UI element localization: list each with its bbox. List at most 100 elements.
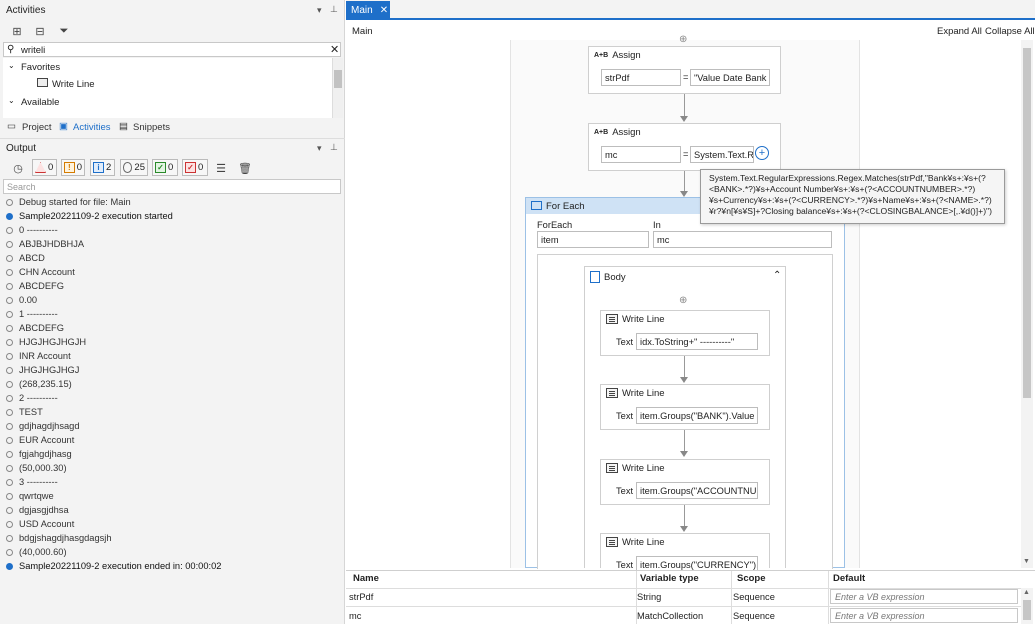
var-scope[interactable]: Sequence — [733, 592, 775, 602]
dropdown-icon[interactable]: ▾ — [317, 5, 322, 16]
log-line[interactable]: TEST — [0, 405, 345, 419]
var-type[interactable]: String — [637, 592, 661, 602]
output-search-box[interactable]: Search — [3, 179, 341, 194]
log-line[interactable]: dgjasgjdhsa — [0, 503, 345, 517]
foreach-in-field[interactable]: mc — [653, 231, 832, 248]
collapse-icon[interactable]: ⌃ — [773, 270, 781, 281]
expand-all-link[interactable]: Expand All — [937, 26, 982, 37]
trash-icon[interactable]: 🗑 — [238, 161, 252, 175]
assign-to-field[interactable]: mc — [601, 146, 681, 163]
tab-project[interactable]: Project — [22, 122, 52, 133]
assign-value-field[interactable]: "Value Date Bank V — [690, 69, 770, 86]
log-line[interactable]: Debug started for file: Main — [0, 195, 345, 209]
var-header-name[interactable]: Name — [353, 573, 379, 584]
assign-activity-1[interactable]: A+B Assign strPdf = "Value Date Bank V — [588, 46, 781, 94]
activities-search-input[interactable]: writeli — [21, 45, 45, 56]
scrollbar-thumb[interactable] — [1023, 600, 1031, 620]
dropdown-icon[interactable]: ▾ — [317, 143, 322, 154]
tab-activities[interactable]: Activities — [73, 122, 110, 133]
wrap-lines-icon[interactable]: ☰ — [214, 161, 228, 175]
log-line[interactable]: Sample20221109-2 execution started — [0, 209, 345, 223]
canvas-scrollbar[interactable]: ▼ — [1021, 40, 1033, 568]
log-line[interactable]: 1 ---------- — [0, 307, 345, 321]
collapse-all-icon[interactable]: ⊟ — [33, 24, 47, 38]
log-line[interactable]: INR Account — [0, 349, 345, 363]
var-header-scope[interactable]: Scope — [737, 573, 766, 584]
writeline-text-field[interactable]: item.Groups("BANK").Value — [636, 407, 758, 424]
var-type[interactable]: MatchCollection — [637, 611, 703, 621]
output-search-input[interactable]: Search — [7, 182, 36, 192]
scroll-down-icon[interactable]: ▼ — [1023, 558, 1030, 565]
filter-icon[interactable]: ⏷ — [57, 24, 71, 38]
log-line[interactable]: ABCD — [0, 251, 345, 265]
log-line[interactable]: ABCDEFG — [0, 279, 345, 293]
tab-main[interactable]: Main ✕ — [346, 1, 390, 20]
var-default-input[interactable]: Enter a VB expression — [830, 589, 1018, 604]
scrollbar-thumb[interactable] — [1023, 48, 1031, 398]
add-activity-icon[interactable]: ⊕ — [679, 34, 687, 45]
breadcrumb[interactable]: Main — [352, 26, 373, 37]
add-expression-icon[interactable]: + — [755, 146, 769, 160]
tree-item-write-line[interactable]: Write Line — [52, 79, 95, 90]
log-line[interactable]: (40,000.60) — [0, 545, 345, 559]
log-line[interactable]: (268,235.15) — [0, 377, 345, 391]
var-name[interactable]: strPdf — [349, 592, 373, 602]
var-header-type[interactable]: Variable type — [640, 573, 699, 584]
log-line[interactable]: gdjhagdjhsagd — [0, 419, 345, 433]
tree-available[interactable]: Available — [21, 97, 59, 108]
log-line[interactable]: 3 ---------- — [0, 475, 345, 489]
log-line[interactable]: 0.00 — [0, 293, 345, 307]
collapse-all-link[interactable]: Collapse All — [985, 26, 1035, 37]
expand-all-icon[interactable]: ⊞ — [10, 24, 24, 38]
pin-icon[interactable]: ⊥ — [330, 4, 338, 15]
var-default-input[interactable]: Enter a VB expression — [830, 608, 1018, 623]
log-line[interactable]: HJGJHGJHGJH — [0, 335, 345, 349]
log-line[interactable]: fgjahgdjhasg — [0, 447, 345, 461]
writeline-text-field[interactable]: idx.ToString+" ----------" — [636, 333, 758, 350]
scroll-up-icon[interactable]: ▲ — [1023, 589, 1030, 596]
writeline-activity[interactable]: Write Line Text idx.ToString+" ----------" — [600, 310, 770, 356]
chevron-down-icon[interactable]: ⌄ — [8, 61, 15, 70]
tree-favorites[interactable]: Favorites — [21, 62, 60, 73]
clock-icon[interactable]: ◷ — [11, 161, 25, 175]
writeline-text-field[interactable]: item.Groups("ACCOUNTNUM — [636, 482, 758, 499]
filter-info[interactable]: i 2 — [90, 159, 115, 176]
activities-search-box[interactable]: ⚲ writeli ✕ — [3, 42, 341, 57]
log-line[interactable]: JHGJHGJHGJ — [0, 363, 345, 377]
add-activity-icon[interactable]: ⊕ — [679, 295, 687, 306]
log-line[interactable]: ABCDEFG — [0, 321, 345, 335]
filter-errors[interactable]: 0 — [32, 159, 57, 176]
scrollbar-thumb[interactable] — [334, 70, 342, 88]
log-line[interactable]: CHN Account — [0, 265, 345, 279]
chevron-down-icon[interactable]: ⌄ — [8, 96, 15, 105]
clear-search-icon[interactable]: ✕ — [330, 43, 339, 56]
close-icon[interactable]: ✕ — [380, 5, 388, 16]
log-line[interactable]: EUR Account — [0, 433, 345, 447]
writeline-activity[interactable]: Write Line Text item.Groups("CURRENCY").Va — [600, 533, 770, 573]
tab-snippets[interactable]: Snippets — [133, 122, 170, 133]
var-scope[interactable]: Sequence — [733, 611, 775, 621]
log-line[interactable]: ABJBJHDBHJA — [0, 237, 345, 251]
log-line[interactable]: (50,000.30) — [0, 461, 345, 475]
variables-scrollbar[interactable]: ▲ — [1021, 588, 1033, 624]
writeline-activity[interactable]: Write Line Text item.Groups("ACCOUNTNUM — [600, 459, 770, 505]
pin-icon[interactable]: ⊥ — [330, 142, 338, 153]
foreach-item-field[interactable]: item — [537, 231, 649, 248]
log-line[interactable]: 2 ---------- — [0, 391, 345, 405]
writeline-activity[interactable]: Write Line Text item.Groups("BANK").Value — [600, 384, 770, 430]
log-line[interactable]: bdgjshagdjhasgdagsjh — [0, 531, 345, 545]
var-header-default[interactable]: Default — [833, 573, 865, 584]
filter-trace[interactable]: 25 — [120, 159, 148, 176]
filter-warnings[interactable]: ! 0 — [61, 159, 85, 176]
assign-activity-2[interactable]: A+B Assign mc = System.Text.Re + — [588, 123, 781, 171]
log-line[interactable]: qwrtqwe — [0, 489, 345, 503]
filter-failure[interactable]: ✓ 0 — [182, 159, 208, 176]
assign-to-field[interactable]: strPdf — [601, 69, 681, 86]
tree-scrollbar[interactable] — [332, 58, 343, 118]
assign-value-field[interactable]: System.Text.Re — [690, 146, 754, 163]
var-name[interactable]: mc — [349, 611, 361, 621]
log-line[interactable]: Sample20221109-2 execution ended in: 00:… — [0, 559, 345, 573]
log-line[interactable]: 0 ---------- — [0, 223, 345, 237]
log-line[interactable]: USD Account — [0, 517, 345, 531]
filter-success[interactable]: ✓ 0 — [152, 159, 178, 176]
